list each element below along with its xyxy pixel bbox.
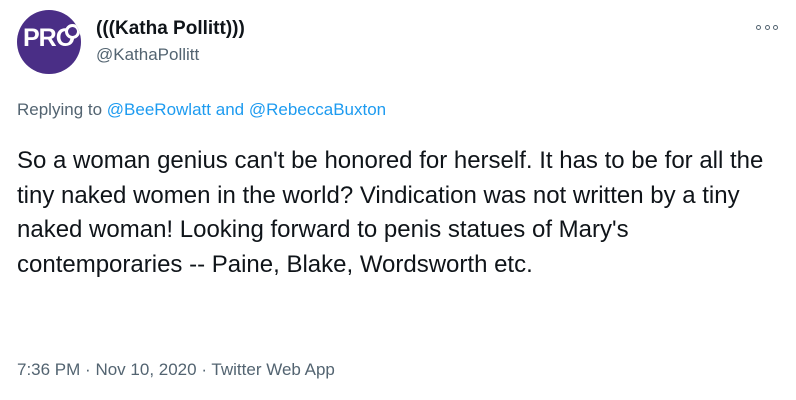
replying-to-line: Replying to @BeeRowlatt and @RebeccaBuxt… bbox=[17, 100, 386, 120]
avatar-badge-icon bbox=[65, 24, 80, 39]
tweet-card: PRO (((Katha Pollitt))) @KathaPollitt Re… bbox=[0, 0, 796, 400]
tweet-text: So a woman genius can't be honored for h… bbox=[17, 147, 764, 278]
tweet-metadata: 7:36 PM · Nov 10, 2020 · Twitter Web App bbox=[17, 360, 335, 380]
tweet-source[interactable]: Twitter Web App bbox=[211, 360, 334, 379]
tweet-time: 7:36 PM bbox=[17, 360, 81, 379]
more-options-icon[interactable] bbox=[756, 20, 778, 34]
author-handle[interactable]: @KathaPollitt bbox=[96, 45, 199, 65]
meta-separator: · bbox=[85, 360, 91, 379]
replying-to-prefix: Replying to bbox=[17, 100, 103, 119]
tweet-date: Nov 10, 2020 bbox=[95, 360, 197, 379]
avatar[interactable]: PRO bbox=[17, 10, 81, 74]
reply-user-link[interactable]: @RebeccaBuxton bbox=[249, 100, 386, 119]
tweet-timestamp[interactable]: 7:36 PM · Nov 10, 2020 bbox=[17, 360, 197, 379]
reply-user-link[interactable]: @BeeRowlatt bbox=[107, 100, 211, 119]
author-display-name[interactable]: (((Katha Pollitt))) bbox=[96, 18, 245, 40]
reply-conjunction: and bbox=[215, 100, 245, 119]
meta-separator: · bbox=[201, 360, 207, 379]
